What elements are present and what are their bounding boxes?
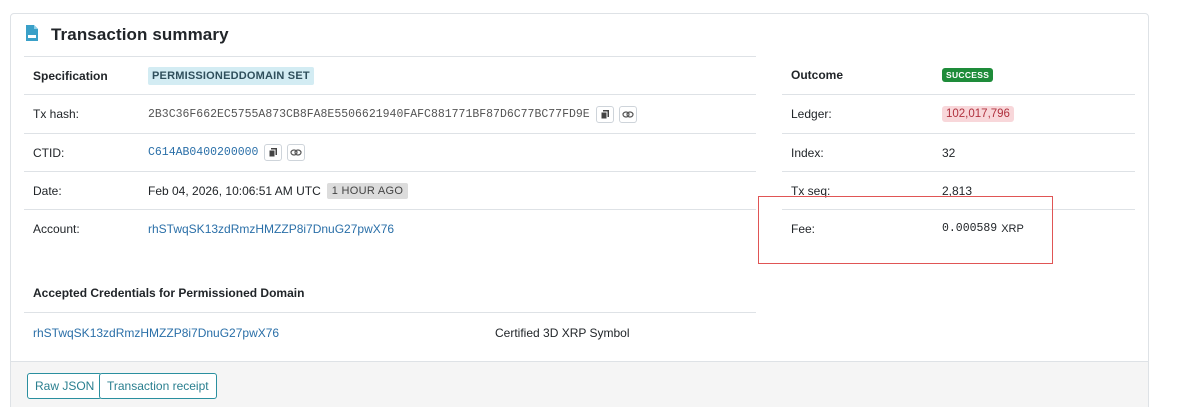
txseq-value: 2,813 <box>942 183 973 198</box>
raw-json-button[interactable]: Raw JSON <box>27 373 103 399</box>
ledger-badge[interactable]: 102,017,796 <box>942 106 1014 122</box>
credentials-heading: Accepted Credentials for Permissioned Do… <box>33 286 305 300</box>
ledger-value: 102,017,796 <box>942 106 1014 122</box>
time-ago-badge: 1 HOUR AGO <box>326 182 409 199</box>
fee-amount: 0.000589 <box>942 222 998 235</box>
copy-ctid-button[interactable] <box>264 144 283 161</box>
txseq-row: Tx seq: 2,813 <box>782 171 1135 209</box>
ctid-link[interactable]: C614AB0400200000 <box>148 146 258 159</box>
account-row: Account: rhSTwqSK13zdRmzHMZZP8i7DnuG27pw… <box>24 209 756 247</box>
tx-type-badge: PERMISSIONEDDOMAIN SET <box>148 66 314 85</box>
transaction-receipt-button[interactable]: Transaction receipt <box>99 373 217 399</box>
outcome-value: SUCCESS <box>942 68 994 82</box>
ledger-label: Ledger: <box>791 107 832 121</box>
ctid-label: CTID: <box>33 145 65 160</box>
transaction-summary-card: Transaction summary Specification PERMIS… <box>10 13 1149 407</box>
credential-row: rhSTwqSK13zdRmzHMZZP8i7DnuG27pwX76 Certi… <box>24 312 756 352</box>
credential-issuer-link[interactable]: rhSTwqSK13zdRmzHMZZP8i7DnuG27pwX76 <box>33 326 279 340</box>
index-value: 32 <box>942 145 956 160</box>
document-icon <box>25 24 39 42</box>
account-link[interactable]: rhSTwqSK13zdRmzHMZZP8i7DnuG27pwX76 <box>148 222 394 236</box>
txseq-label: Tx seq: <box>791 183 831 198</box>
outcome-table: Outcome SUCCESS Ledger: 102,017,796 Inde… <box>782 56 1135 247</box>
specification-label: Specification <box>33 68 108 83</box>
ctid-row: CTID: C614AB0400200000 <box>24 133 756 171</box>
details-table: Specification PERMISSIONEDDOMAIN SET Tx … <box>24 56 756 247</box>
index-label: Index: <box>791 145 824 160</box>
link-tx-hash-button[interactable] <box>618 105 637 123</box>
card-header: Transaction summary <box>11 14 1148 56</box>
date-label: Date: <box>33 183 62 198</box>
fee-label: Fee: <box>791 221 816 236</box>
ledger-row: Ledger: 102,017,796 <box>782 94 1135 133</box>
link-icon <box>290 149 303 156</box>
link-icon <box>622 110 634 118</box>
tx-hash-row: Tx hash: 2B3C36F662EC5755A873CB8FA8E5506… <box>24 94 756 133</box>
tx-hash-label: Tx hash: <box>33 107 80 121</box>
specification-row: Specification PERMISSIONEDDOMAIN SET <box>24 56 756 94</box>
credential-type: Certified 3D XRP Symbol <box>495 325 630 340</box>
date-value: Feb 04, 2026, 10:06:51 AM UTC 1 HOUR AGO <box>148 182 409 199</box>
tx-hash: 2B3C36F662EC5755A873CB8FA8E5506621940FAF… <box>148 107 590 121</box>
copy-tx-hash-button[interactable] <box>595 105 614 123</box>
page-title: Transaction summary <box>51 25 229 44</box>
date: Feb 04, 2026, 10:06:51 AM UTC <box>148 183 321 198</box>
account-label: Account: <box>33 221 80 236</box>
tx-hash-value: 2B3C36F662EC5755A873CB8FA8E5506621940FAF… <box>148 105 637 123</box>
specification-value: PERMISSIONEDDOMAIN SET <box>148 66 314 85</box>
fee-currency: XRP <box>1001 222 1024 235</box>
account-value: rhSTwqSK13zdRmzHMZZP8i7DnuG27pwX76 <box>148 222 394 236</box>
ctid-value: C614AB0400200000 <box>148 144 306 161</box>
fee-value: 0.000589 XRP <box>942 222 1024 235</box>
outcome-row: Outcome SUCCESS <box>782 56 1135 94</box>
copy-icon <box>268 148 278 158</box>
credentials-section: Accepted Credentials for Permissioned Do… <box>24 274 756 352</box>
outcome-label: Outcome <box>791 68 844 82</box>
date-row: Date: Feb 04, 2026, 10:06:51 AM UTC 1 HO… <box>24 171 756 209</box>
card-footer: Raw JSON Transaction receipt <box>11 361 1148 407</box>
copy-icon <box>600 109 609 119</box>
fee-row: Fee: 0.000589 XRP <box>782 209 1135 247</box>
success-badge: SUCCESS <box>942 68 994 82</box>
index-row: Index: 32 <box>782 133 1135 171</box>
link-ctid-button[interactable] <box>287 144 306 161</box>
